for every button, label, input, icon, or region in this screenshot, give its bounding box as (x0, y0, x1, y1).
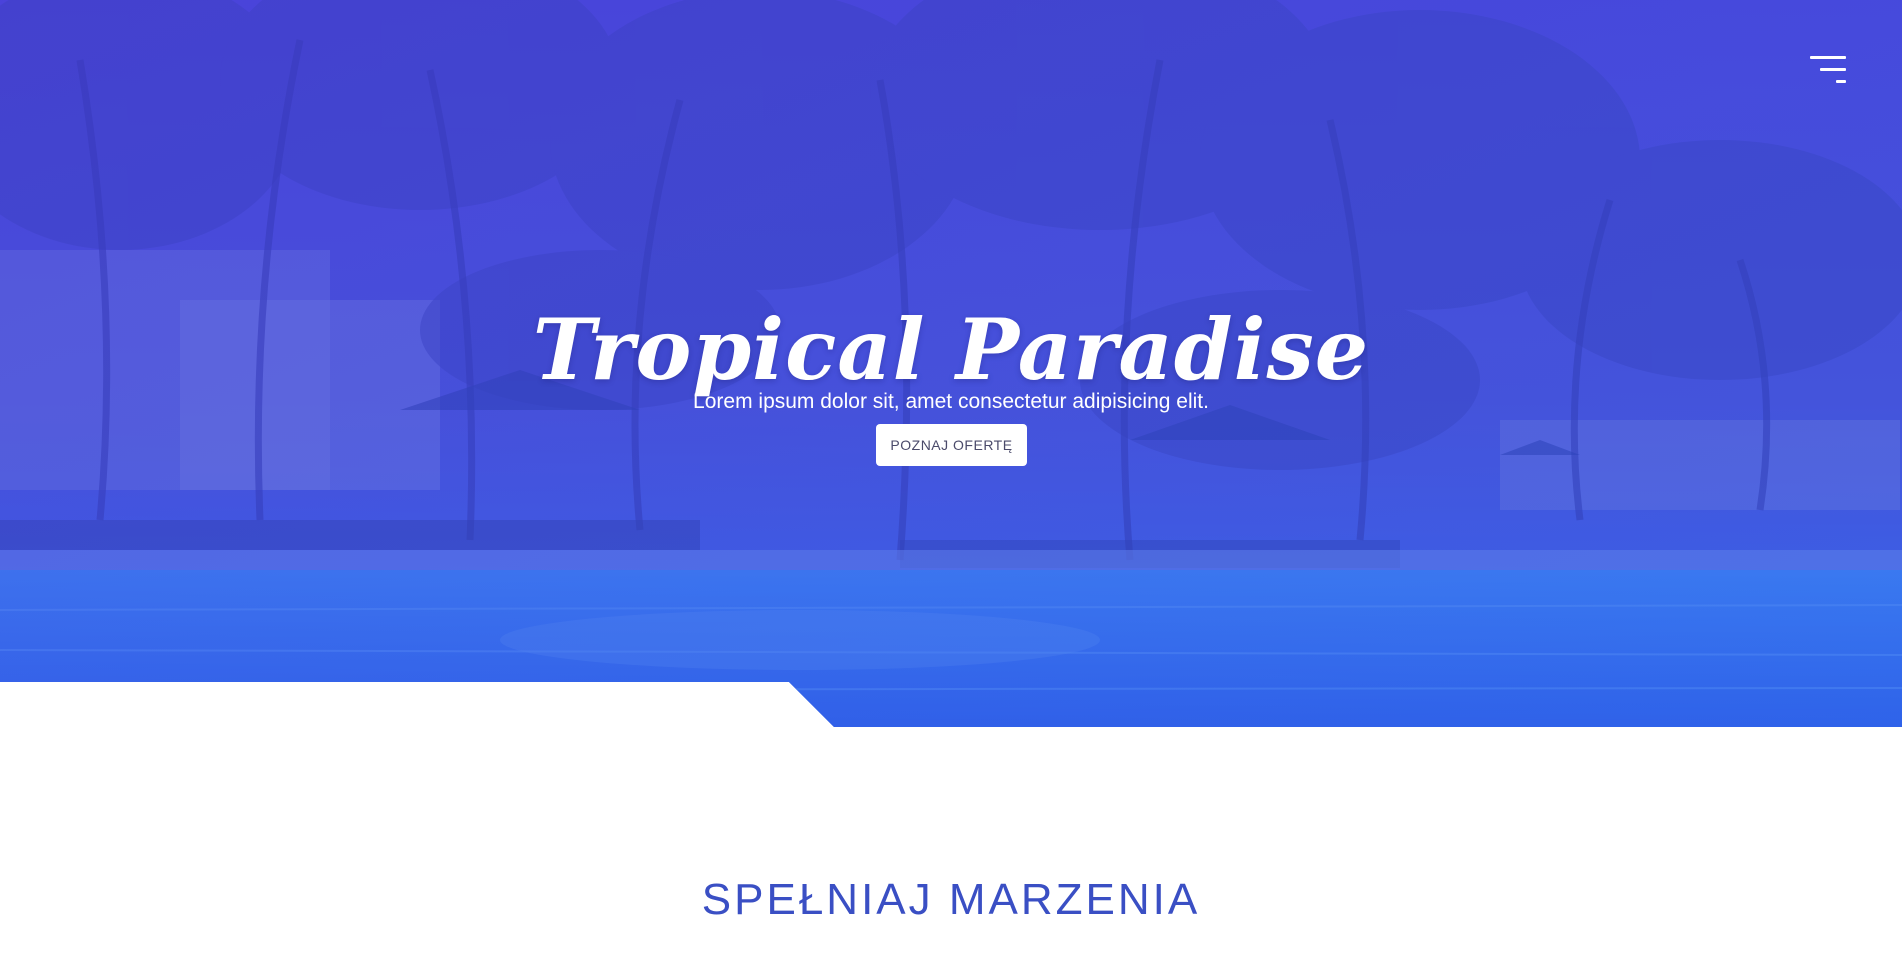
menu-icon-line (1810, 56, 1846, 59)
menu-icon[interactable] (1804, 52, 1846, 88)
hero-subtitle: Lorem ipsum dolor sit, amet consectetur … (693, 390, 1209, 413)
offer-button[interactable]: POZNAJ OFERTĘ (876, 424, 1027, 466)
menu-icon-line (1820, 68, 1846, 71)
hero-section: Tropical Paradise Lorem ipsum dolor sit,… (0, 0, 1902, 727)
section-heading: SPEŁNIAJ MARZENIA (701, 875, 1201, 924)
menu-icon-line (1836, 80, 1846, 83)
hero-title: Tropical Paradise (532, 300, 1370, 400)
